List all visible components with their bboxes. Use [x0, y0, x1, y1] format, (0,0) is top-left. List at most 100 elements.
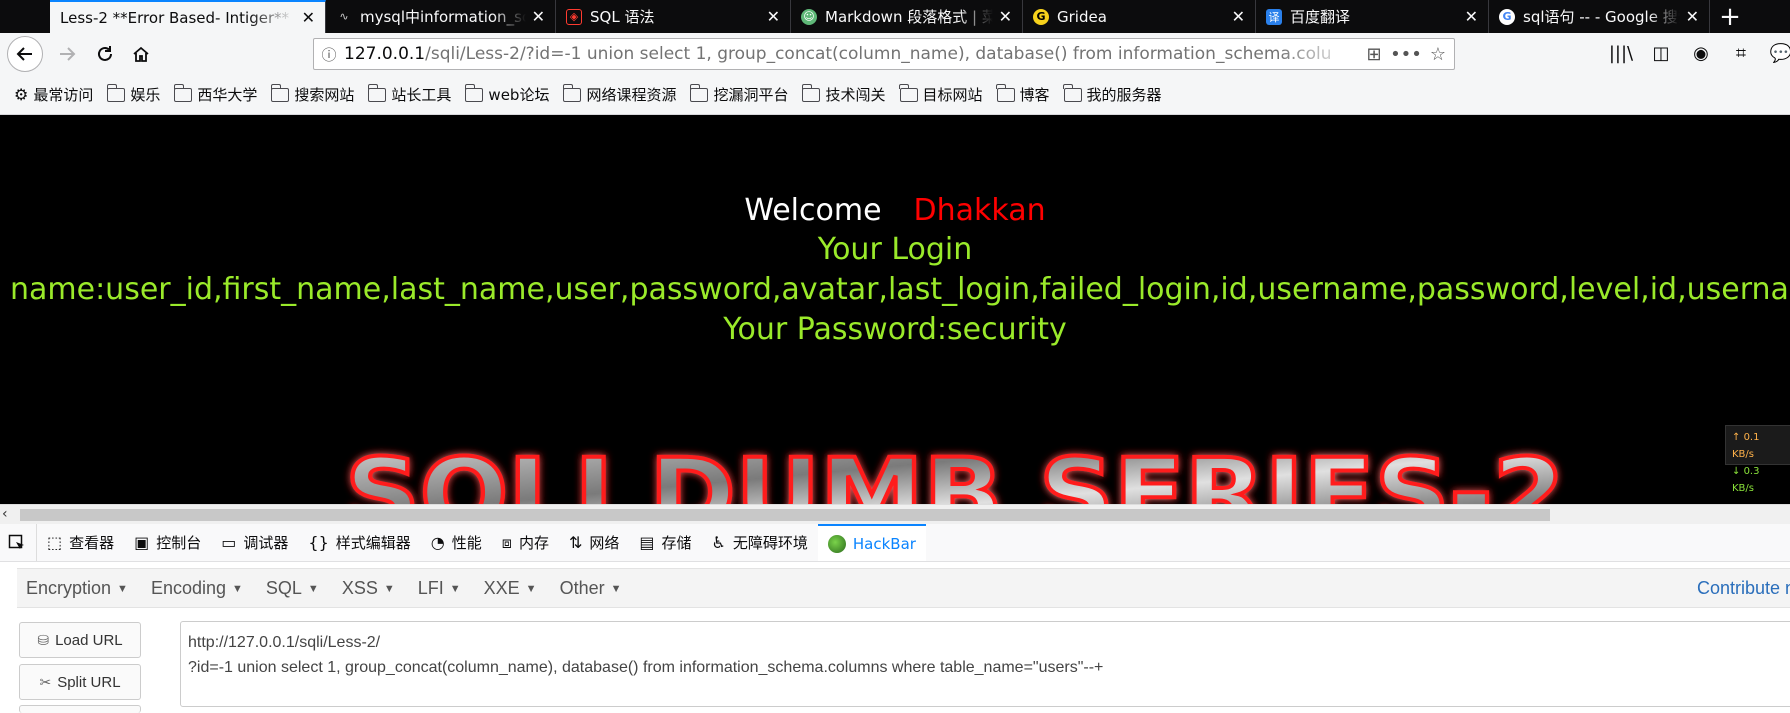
network-icon: ⇅: [568, 533, 583, 552]
tab-strip: Less-2 **Error Based- Intiger** ✕ ∿ mysq…: [0, 0, 1790, 33]
sidebar-button[interactable]: ◫: [1645, 37, 1677, 69]
devtools-tab-inspector[interactable]: ⬚ 查看器: [37, 524, 124, 561]
menu-encoding[interactable]: Encoding ▼: [151, 578, 243, 599]
tab-label: 调试器: [243, 534, 289, 552]
bookmark-label: 目标网站: [922, 86, 983, 104]
bookmark-folder[interactable]: 博客: [996, 83, 1050, 105]
devtools-tab-accessibility[interactable]: ♿ 无障碍环境: [702, 524, 818, 561]
menu-xss[interactable]: XSS ▼: [342, 578, 395, 599]
tab-gridea[interactable]: G Gridea ✕: [1023, 0, 1256, 33]
button-label: Split URL: [57, 673, 121, 691]
bookmark-folder[interactable]: web论坛: [464, 83, 550, 105]
welcome-line: Welcome Dhakkan: [0, 193, 1790, 228]
url-host: 127.0.0.1: [344, 44, 426, 64]
bookmark-folder[interactable]: 目标网站: [899, 83, 983, 105]
reload-icon: [98, 46, 112, 61]
devtools-tab-hackbar[interactable]: HackBar: [817, 524, 926, 561]
execute-button[interactable]: [19, 705, 141, 713]
folder-icon: [996, 83, 1015, 102]
tab-sql-syntax[interactable]: ◈ SQL 语法 ✕: [556, 0, 791, 33]
scroll-left-icon[interactable]: ‹: [2, 506, 8, 522]
bookmark-folder[interactable]: 西华大学: [173, 83, 257, 105]
close-icon[interactable]: ✕: [767, 7, 780, 26]
bookmark-folder[interactable]: 搜索网站: [270, 83, 354, 105]
library-icon: |||\: [1608, 42, 1634, 64]
devtools-tab-console[interactable]: ▣ 控制台: [124, 524, 211, 561]
bookmark-folder[interactable]: 站长工具: [367, 83, 451, 105]
devtools-tab-storage[interactable]: ▤ 存储: [629, 524, 701, 561]
contribute-link[interactable]: Contribute n: [1697, 578, 1790, 599]
close-icon[interactable]: ✕: [302, 8, 315, 27]
menu-label: Other: [559, 577, 605, 598]
horizontal-scrollbar[interactable]: ‹: [0, 504, 1790, 524]
home-button[interactable]: [125, 38, 157, 70]
screenshot-button[interactable]: ⌗: [1725, 37, 1757, 69]
runoob-icon: ☺: [801, 8, 817, 25]
forward-button[interactable]: [51, 38, 83, 70]
tab-title: mysql中information_schema: [360, 8, 526, 26]
url-textarea[interactable]: http://127.0.0.1/sqli/Less-2/ ?id=-1 unio…: [180, 621, 1790, 707]
devtools-tab-memory[interactable]: ⧈ 内存: [492, 524, 559, 561]
folder-icon: [367, 83, 387, 102]
devtools-tab-network[interactable]: ⇅ 网络: [559, 524, 629, 561]
close-icon[interactable]: ✕: [1465, 7, 1478, 26]
close-icon[interactable]: ✕: [532, 7, 545, 26]
menu-label: XXE: [483, 577, 520, 598]
menu-xxe[interactable]: XXE ▼: [484, 578, 537, 599]
caret-down-icon: ▼: [232, 582, 243, 595]
bookmark-most-visited[interactable]: ⚙ 最常访问: [14, 84, 93, 105]
debugger-icon: ▭: [221, 533, 237, 552]
devtools-tab-style-editor[interactable]: {} 样式编辑器: [298, 524, 420, 561]
bookmark-folder[interactable]: 我的服务器: [1063, 83, 1162, 105]
tab-mysql-information[interactable]: ∿ mysql中information_schema ✕: [326, 0, 556, 33]
bookmark-folder[interactable]: 挖漏洞平台: [689, 83, 789, 105]
url-bar[interactable]: ⓘ 127.0.0.1/sqli/Less-2/?id=-1 union sel…: [313, 38, 1455, 70]
close-icon[interactable]: ✕: [1686, 7, 1699, 26]
reload-button[interactable]: [89, 38, 121, 70]
tab-google-search[interactable]: G sql语句 -- - Google 搜索 ✕: [1489, 0, 1710, 33]
split-url-button[interactable]: ✂ Split URL: [19, 664, 141, 700]
tab-less2[interactable]: Less-2 **Error Based- Intiger** ✕: [50, 0, 326, 33]
bookmark-label: web论坛: [488, 86, 550, 104]
folder-icon: [173, 83, 193, 102]
library-button[interactable]: |||\: [1605, 37, 1637, 69]
tab-baidu-translate[interactable]: 译 百度翻译 ✕: [1256, 0, 1489, 33]
url-line-1: http://127.0.0.1/sqli/Less-2/: [188, 634, 381, 651]
qrcode-icon[interactable]: ⊞: [1358, 44, 1390, 65]
back-button[interactable]: [7, 36, 43, 72]
close-icon[interactable]: ✕: [1232, 7, 1245, 26]
tab-markdown[interactable]: ☺ Markdown 段落格式 | 菜鸟教程 ✕: [791, 0, 1023, 33]
account-button[interactable]: ◉: [1685, 37, 1717, 69]
menu-other[interactable]: Other ▼: [560, 578, 622, 599]
storage-icon: ▤: [639, 533, 655, 552]
menu-encryption[interactable]: Encryption ▼: [26, 578, 128, 599]
close-icon[interactable]: ✕: [999, 7, 1012, 26]
url-text[interactable]: 127.0.0.1/sqli/Less-2/?id=-1 union selec…: [344, 44, 1358, 64]
tab-label: 样式编辑器: [335, 534, 411, 552]
more-icon[interactable]: •••: [1390, 44, 1422, 65]
element-picker-button[interactable]: [0, 524, 37, 561]
arrow-right-icon: [60, 47, 76, 61]
info-icon[interactable]: ⓘ: [314, 44, 344, 65]
devtools-tab-debugger[interactable]: ▭ 调试器: [211, 524, 298, 561]
star-icon[interactable]: ☆: [1422, 44, 1454, 65]
chat-button[interactable]: 💬: [1765, 37, 1790, 69]
new-tab-button[interactable]: +: [1710, 0, 1750, 33]
load-icon: ⛁: [37, 631, 50, 648]
bookmark-folder[interactable]: 娱乐: [106, 83, 160, 105]
network-monitor-widget: ↑ 0.1 KB/s ↓ 0.3 KB/s: [1725, 425, 1790, 494]
folder-icon: [899, 83, 918, 102]
menu-sql[interactable]: SQL ▼: [266, 578, 319, 599]
caret-down-icon: ▼: [610, 582, 622, 595]
scrollbar-thumb[interactable]: [20, 509, 1550, 521]
bookmark-folder[interactable]: 网络课程资源: [562, 83, 676, 105]
crop-icon: ⌗: [1735, 42, 1747, 64]
bookmarks-bar: ⚙ 最常访问 娱乐 西华大学 搜索网站 站长工具 web论坛 网络课程资源 挖漏洞…: [0, 75, 1790, 115]
load-url-button[interactable]: ⛁ Load URL: [19, 622, 141, 658]
menu-lfi[interactable]: LFI ▼: [418, 578, 461, 599]
sidebar-icon: ◫: [1652, 42, 1670, 64]
user-name: Dhakkan: [913, 193, 1046, 228]
bookmark-label: 挖漏洞平台: [713, 86, 789, 104]
bookmark-folder[interactable]: 技术闯关: [801, 83, 886, 105]
devtools-tab-performance[interactable]: ◔ 性能: [421, 524, 492, 561]
